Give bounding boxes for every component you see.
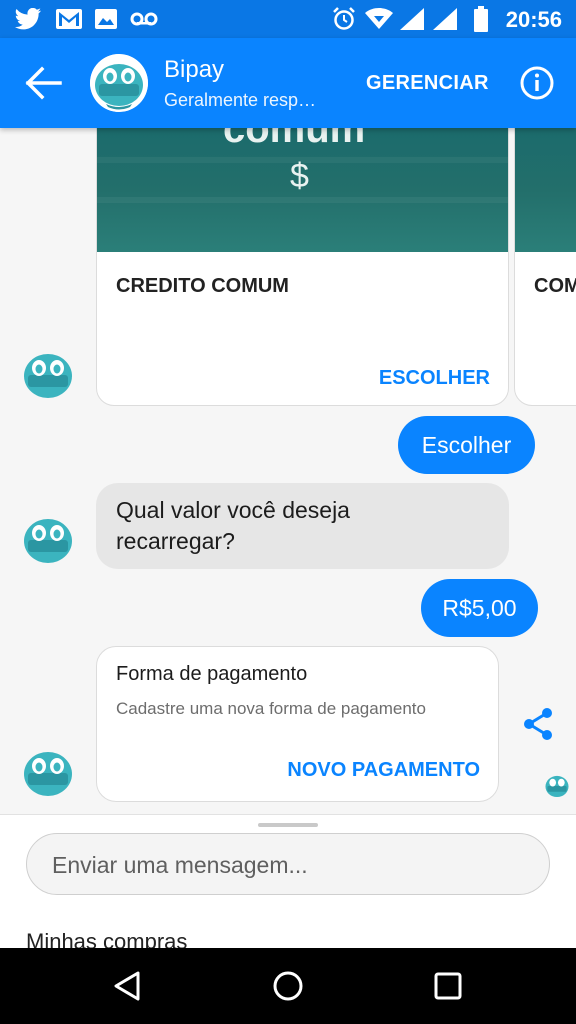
bipay-logo-icon xyxy=(545,775,569,798)
voicemail-icon xyxy=(130,12,158,26)
avatar[interactable] xyxy=(90,54,148,112)
drag-handle[interactable] xyxy=(258,823,318,827)
read-receipt-avatar xyxy=(545,774,569,798)
bipay-logo-icon xyxy=(24,752,72,796)
bipay-logo-icon xyxy=(90,54,148,112)
chat-subtitle: Geralmente resp… xyxy=(164,90,317,110)
chat-title: Bipay xyxy=(164,56,225,83)
bot-avatar[interactable] xyxy=(23,350,73,400)
gmail-icon xyxy=(56,9,82,29)
carousel-card: comum $ CREDITO COMUM ESCOLHER xyxy=(96,128,509,406)
message-text-line: Qual valor você deseja xyxy=(116,497,350,523)
card-image xyxy=(515,128,576,252)
message-text-line: recarregar? xyxy=(116,528,235,554)
back-nav-icon[interactable] xyxy=(112,970,144,1002)
bipay-logo-icon xyxy=(24,519,72,563)
share-icon[interactable] xyxy=(520,706,556,742)
card-image-symbol: $ xyxy=(290,157,309,195)
clock: 20:56 xyxy=(505,7,562,32)
alarm-icon xyxy=(333,7,355,30)
system-nav-bar xyxy=(0,948,576,1024)
manage-button[interactable]: GERENCIAR xyxy=(366,72,489,95)
info-icon[interactable] xyxy=(520,66,554,100)
bot-message: Qual valor você deseja recarregar? xyxy=(96,483,509,569)
recents-nav-icon[interactable] xyxy=(433,971,463,1001)
image-icon xyxy=(95,9,117,29)
payment-card-title: Forma de pagamento xyxy=(116,663,308,685)
user-message: R$5,00 xyxy=(421,579,538,637)
card-image-text: comum xyxy=(223,128,366,151)
signal-icon xyxy=(400,8,424,30)
card-image: comum $ xyxy=(97,128,508,252)
message-input[interactable]: Enviar uma mensagem... xyxy=(26,833,550,895)
payment-card-subtitle: Cadastre uma nova forma de pagamento xyxy=(116,699,426,718)
chat-header: Bipay Geralmente resp… GERENCIAR xyxy=(0,38,576,128)
carousel-card: COM xyxy=(514,128,576,406)
bipay-logo-icon xyxy=(24,354,72,398)
bot-avatar[interactable] xyxy=(23,748,73,798)
message-list[interactable]: comum $ CREDITO COMUM ESCOLHER COM Escol… xyxy=(0,128,576,814)
message-text: Escolher xyxy=(421,432,512,458)
payment-card: Forma de pagamento Cadastre uma nova for… xyxy=(96,646,499,802)
card-title: COM xyxy=(534,275,576,297)
bot-avatar[interactable] xyxy=(23,515,73,565)
choose-button[interactable]: ESCOLHER xyxy=(379,367,490,390)
home-nav-icon[interactable] xyxy=(272,970,304,1002)
wifi-icon xyxy=(365,8,393,29)
user-message: Escolher xyxy=(398,416,535,474)
twitter-icon xyxy=(15,8,41,30)
card-title: CREDITO COMUM xyxy=(116,275,289,297)
signal-icon xyxy=(433,8,457,30)
composer: Enviar uma mensagem... Minhas compras xyxy=(0,814,576,954)
message-text: R$5,00 xyxy=(442,595,517,621)
back-arrow-icon[interactable] xyxy=(24,66,64,100)
battery-icon xyxy=(474,6,488,32)
new-payment-button[interactable]: NOVO PAGAMENTO xyxy=(287,759,480,782)
status-bar: 20:56 xyxy=(0,0,576,38)
